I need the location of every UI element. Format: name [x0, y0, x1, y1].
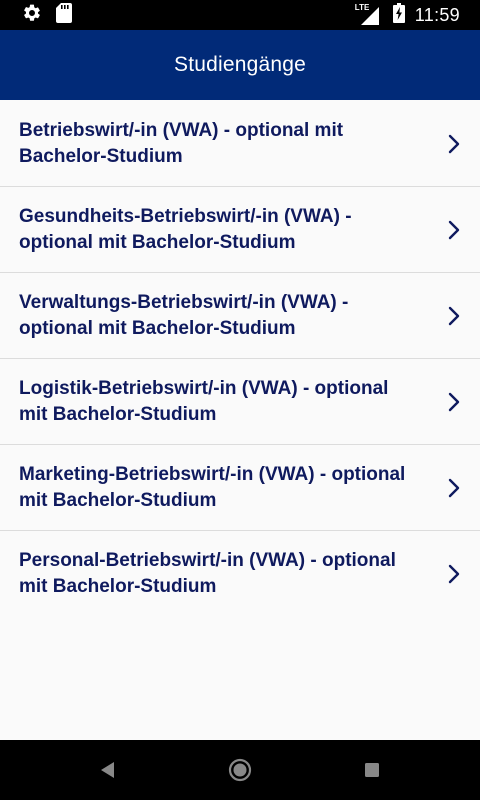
course-list: Betriebswirt/-in (VWA) - optional mit Ba…	[0, 101, 480, 617]
list-item-label: Marketing-Betriebswirt/-in (VWA) - optio…	[19, 464, 406, 511]
chevron-right-icon	[444, 305, 464, 327]
list-item[interactable]: Logistik-Betriebswirt/-in (VWA) - option…	[0, 359, 480, 445]
list-item-label: Gesundheits-Betriebswirt/-in (VWA) - opt…	[19, 206, 352, 253]
back-icon[interactable]	[96, 758, 120, 782]
sd-card-icon	[56, 3, 72, 27]
lte-signal-icon: LTE	[355, 3, 381, 25]
battery-charging-icon	[392, 3, 405, 27]
page-title: Studiengänge	[173, 53, 307, 76]
status-right-icons: LTE 11:59	[355, 3, 460, 27]
status-bar: LTE 11:59	[0, 0, 480, 30]
system-nav-bar	[0, 740, 480, 800]
status-clock: 11:59	[414, 4, 460, 25]
list-item-label: Verwaltungs-Betriebswirt/-in (VWA) - opt…	[19, 292, 349, 339]
list-item-label: Personal-Betriebswirt/-in (VWA) - option…	[19, 550, 396, 597]
status-left-icons	[22, 3, 72, 27]
app-bar: Studiengänge	[0, 30, 480, 100]
settings-gear-icon	[22, 3, 42, 27]
list-item[interactable]: Gesundheits-Betriebswirt/-in (VWA) - opt…	[0, 187, 480, 273]
list-item[interactable]: Marketing-Betriebswirt/-in (VWA) - optio…	[0, 445, 480, 531]
chevron-right-icon	[444, 133, 464, 155]
chevron-right-icon	[444, 563, 464, 585]
list-item-label: Betriebswirt/-in (VWA) - optional mit Ba…	[19, 120, 344, 167]
chevron-right-icon	[444, 391, 464, 413]
chevron-right-icon	[444, 477, 464, 499]
chevron-right-icon	[444, 219, 464, 241]
recents-icon[interactable]	[360, 758, 384, 782]
list-item[interactable]: Betriebswirt/-in (VWA) - optional mit Ba…	[0, 101, 480, 187]
list-item[interactable]: Personal-Betriebswirt/-in (VWA) - option…	[0, 531, 480, 617]
list-item[interactable]: Verwaltungs-Betriebswirt/-in (VWA) - opt…	[0, 273, 480, 359]
home-icon[interactable]	[228, 758, 252, 782]
list-item-label: Logistik-Betriebswirt/-in (VWA) - option…	[19, 378, 389, 425]
